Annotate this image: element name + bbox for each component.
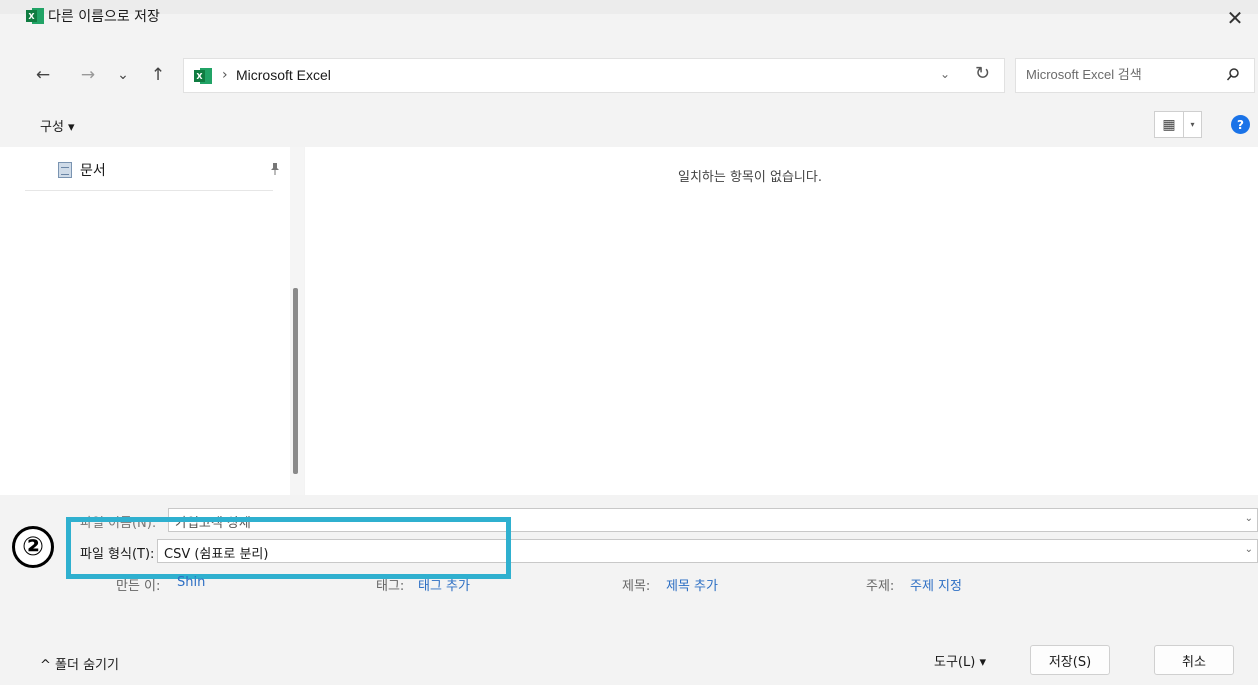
document-icon: [58, 162, 72, 178]
filetype-dropdown-icon[interactable]: ⌄: [1245, 544, 1253, 555]
pin-icon[interactable]: [270, 163, 280, 178]
author-value[interactable]: Shin: [177, 575, 205, 590]
refresh-icon[interactable]: ↻: [975, 63, 990, 84]
up-arrow-icon[interactable]: ↑: [145, 62, 171, 88]
svg-text:X: X: [196, 72, 203, 81]
window-title: 다른 이름으로 저장: [48, 9, 160, 25]
search-box[interactable]: [1015, 58, 1255, 93]
search-input[interactable]: [1026, 67, 1216, 82]
close-button[interactable]: ✕: [1212, 0, 1258, 36]
nav-divider: [25, 190, 273, 191]
address-bar[interactable]: X › Microsoft Excel ⌄ ↻: [183, 58, 1005, 93]
view-options-button[interactable]: ▦ ▾: [1154, 111, 1202, 138]
search-icon[interactable]: [1226, 67, 1240, 83]
recent-locations-chevron-icon[interactable]: ⌄: [110, 62, 136, 88]
title-bar: [0, 0, 1258, 52]
tools-menu-button[interactable]: 도구(L) ▾: [934, 651, 986, 670]
help-icon[interactable]: ?: [1231, 115, 1250, 134]
forward-arrow-icon[interactable]: →: [75, 62, 101, 88]
address-dropdown-icon[interactable]: ⌄: [940, 67, 950, 81]
organize-menu-button[interactable]: 구성 ▾: [40, 116, 75, 135]
breadcrumb-microsoft-excel[interactable]: Microsoft Excel: [236, 67, 331, 83]
hide-folders-toggle[interactable]: ^ 폴더 숨기기: [40, 654, 119, 673]
empty-list-message: 일치하는 항목이 없습니다.: [678, 170, 822, 185]
save-as-dialog: X 다른 이름으로 저장 ✕ ← → ⌄ ↑ X › Microsoft Exc…: [0, 0, 1258, 685]
step-marker: ②: [12, 526, 54, 568]
breadcrumb-separator-icon: ›: [222, 67, 228, 83]
back-arrow-icon[interactable]: ←: [30, 62, 56, 88]
author-label: 만든 이:: [116, 579, 161, 594]
title-label: 제목:: [622, 579, 651, 594]
nav-item-documents[interactable]: 문서: [58, 160, 106, 180]
filename-dropdown-icon[interactable]: ⌄: [1245, 513, 1253, 524]
svg-text:X: X: [28, 12, 35, 21]
tags-value[interactable]: 태그 추가: [418, 575, 470, 594]
tags-label: 태그:: [376, 579, 405, 594]
subject-label: 주제:: [866, 579, 895, 594]
nav-scrollbar-thumb[interactable]: [293, 288, 298, 474]
title-value[interactable]: 제목 추가: [666, 575, 718, 594]
cancel-button[interactable]: 취소: [1154, 645, 1234, 675]
subject-value[interactable]: 주제 지정: [910, 575, 962, 594]
navigation-pane: 문서: [0, 147, 290, 495]
view-grid-icon: ▦: [1162, 116, 1176, 133]
annotation-highlight-box: [66, 517, 511, 579]
nav-item-label: 문서: [80, 163, 106, 179]
file-list-pane[interactable]: [305, 147, 1258, 495]
excel-folder-icon: X: [194, 68, 212, 84]
view-dropdown-icon[interactable]: ▾: [1183, 112, 1201, 137]
save-button[interactable]: 저장(S): [1030, 645, 1110, 675]
excel-app-icon: X: [26, 8, 44, 24]
